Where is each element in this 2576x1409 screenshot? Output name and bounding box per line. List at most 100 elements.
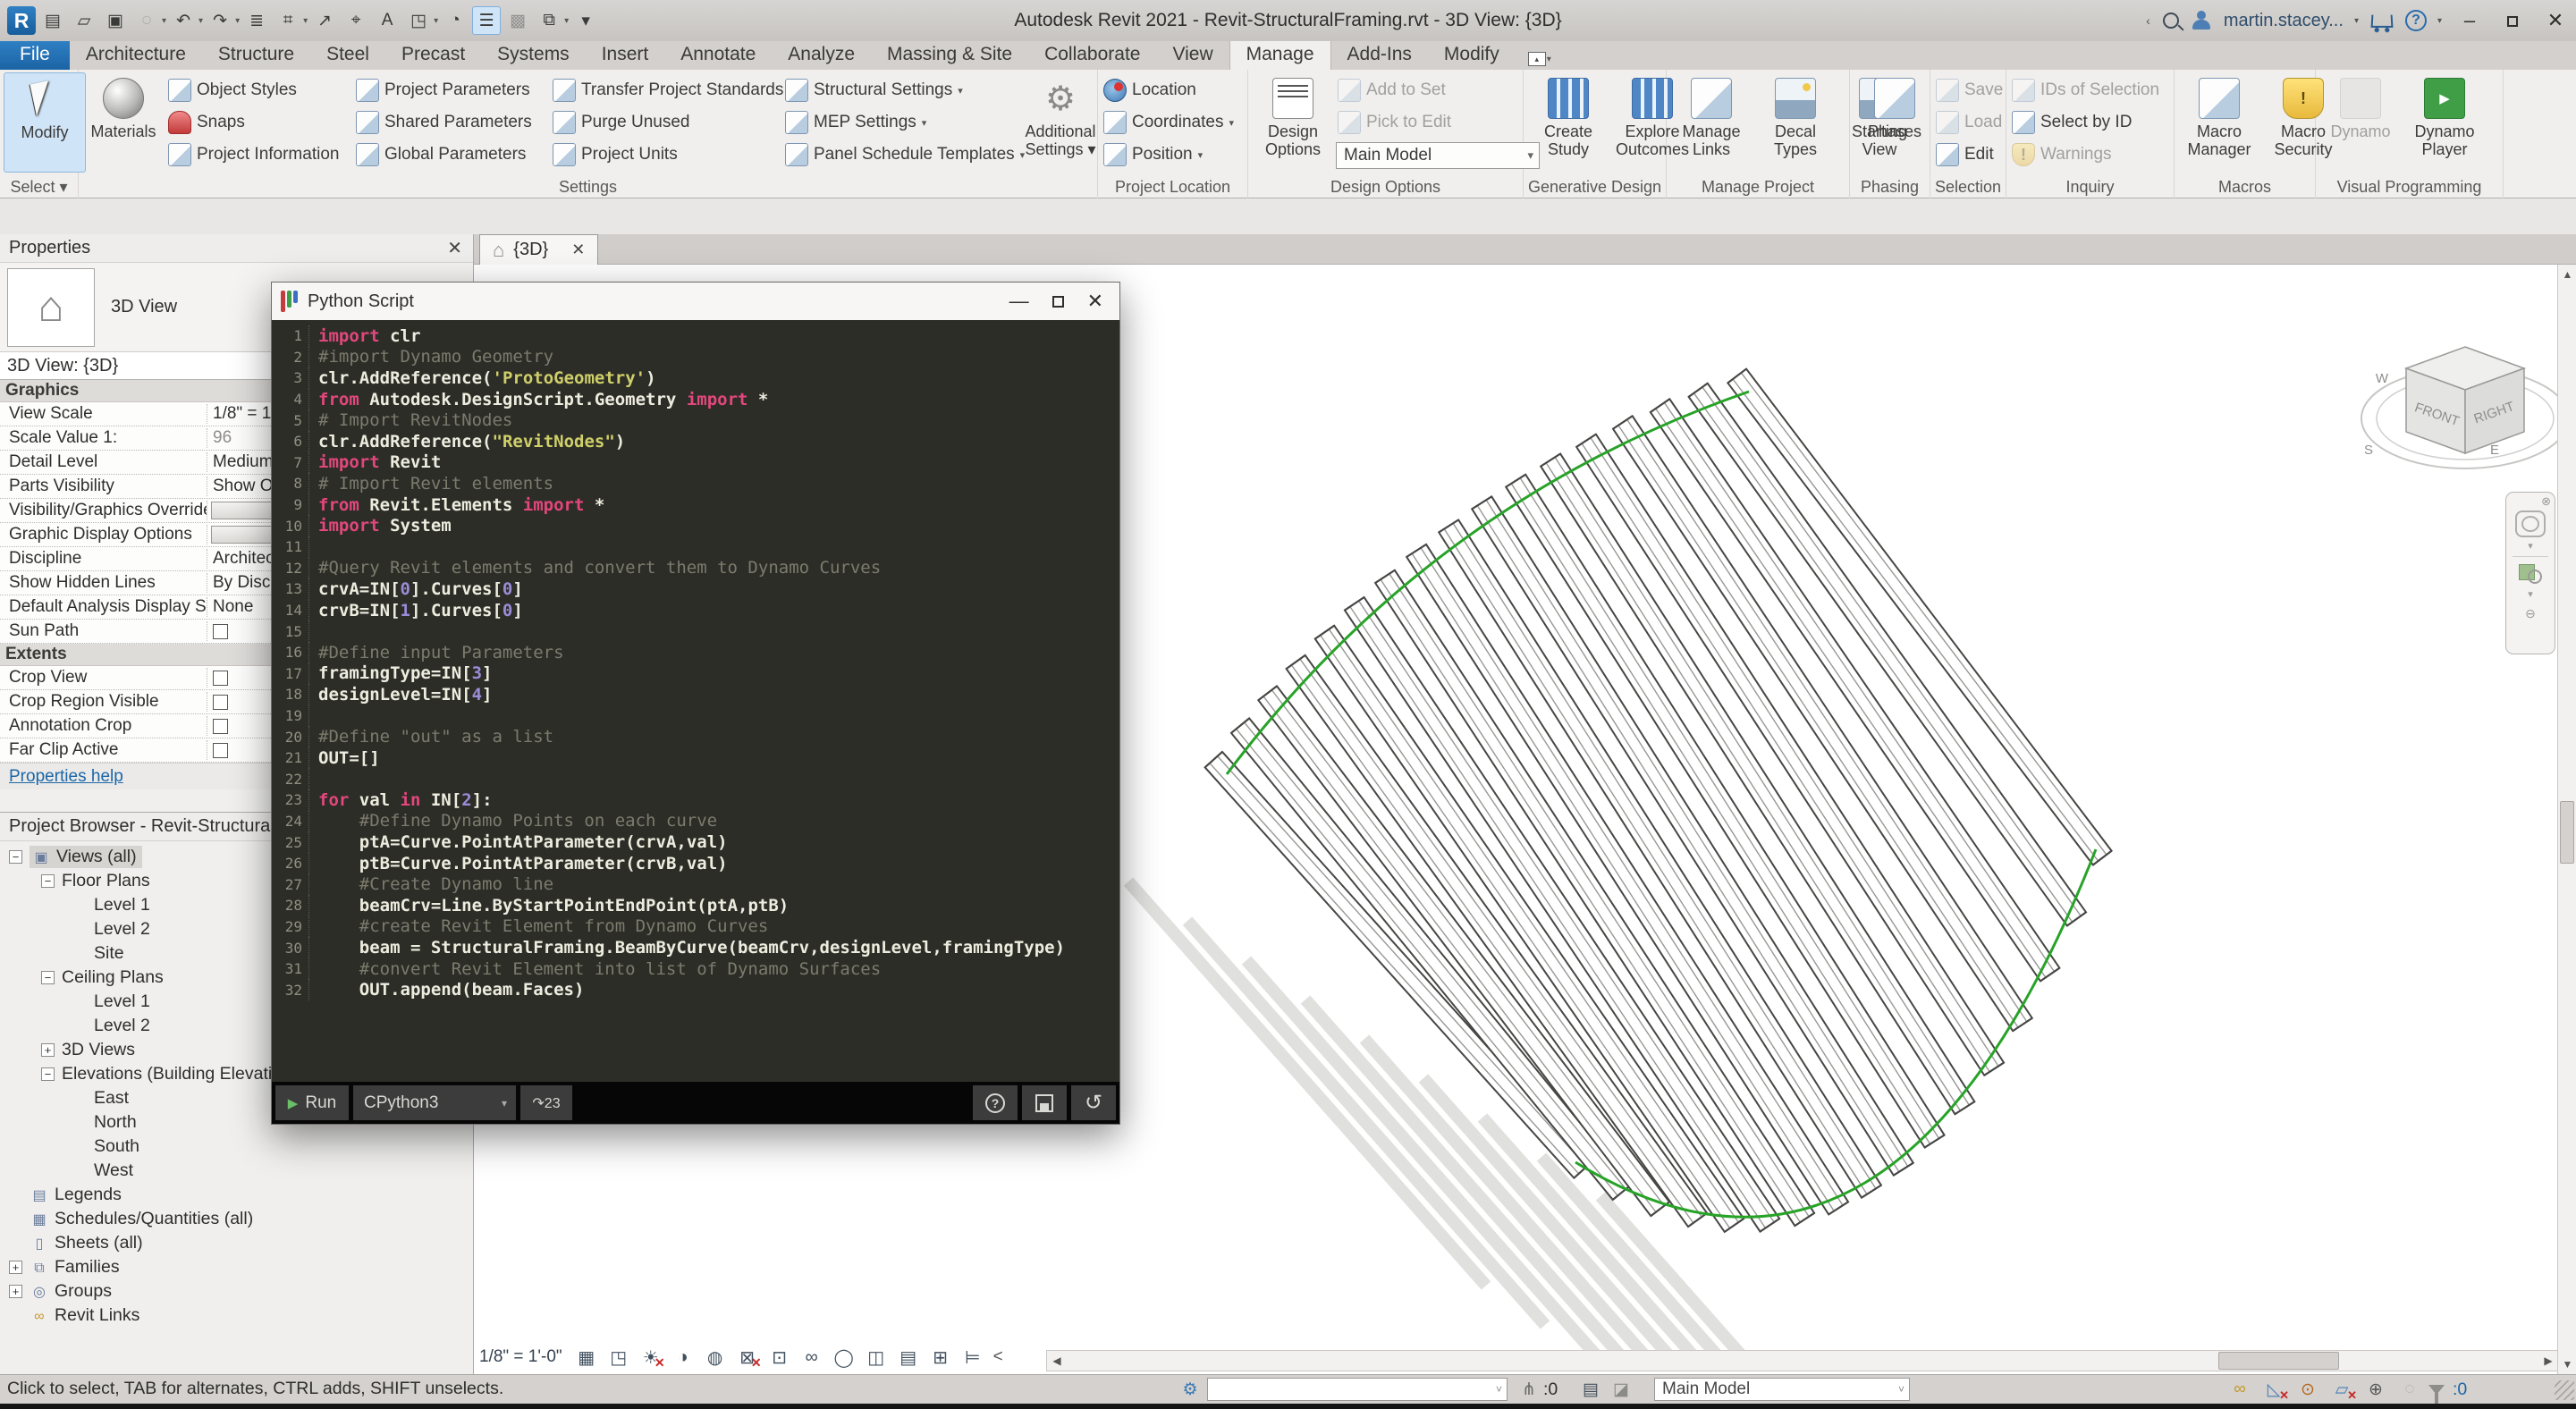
ribbon-button-add-to-set[interactable]: Add to Set (1336, 76, 1543, 105)
ribbon-panel-label-settings[interactable]: Settings (79, 178, 1097, 197)
ribbon-panel-label-project-location[interactable]: Project Location (1098, 178, 1247, 197)
ribbon-tab-insert[interactable]: Insert (586, 40, 665, 70)
qat-default-3d-view-chevron-icon[interactable]: ▾ (434, 16, 438, 26)
expand-icon[interactable]: + (41, 1043, 55, 1057)
vcb-collapse-icon[interactable]: < (993, 1347, 1003, 1367)
qat-redo-icon[interactable]: ↷ (206, 6, 234, 35)
ribbon-button-coordinates[interactable]: Coordinates▾ (1102, 108, 1243, 137)
qat-default-3d-view-icon[interactable]: ◳ (404, 6, 433, 35)
worksets-select[interactable]: ˅ (1207, 1378, 1508, 1401)
ribbon-button-dynamo-player[interactable]: Dynamo Player (2403, 72, 2486, 173)
active-only-icon[interactable]: ◪ (1609, 1378, 1633, 1401)
tree-item-legends[interactable]: ▤Legends (0, 1183, 473, 1207)
ribbon-tab-architecture[interactable]: Architecture (70, 40, 202, 70)
scroll-down-icon[interactable]: ▼ (2558, 1354, 2576, 1374)
ribbon-tab-structure[interactable]: Structure (202, 40, 310, 70)
progress-indicator-icon[interactable]: ◌ (2398, 1378, 2421, 1401)
crop-region-icon[interactable]: ⊡ (768, 1346, 791, 1369)
ribbon-button-snaps[interactable]: Snaps (166, 108, 352, 137)
help-menu-chevron-icon[interactable]: ▾ (2437, 16, 2442, 26)
navbar-collapse-icon[interactable]: ⊖ (2525, 606, 2536, 621)
vertical-scrollbar[interactable]: ▲ ▼ (2557, 265, 2576, 1374)
collapse-icon[interactable]: − (41, 874, 55, 888)
qat-overflow-icon[interactable]: ‹ (2146, 13, 2150, 28)
close-view-icon[interactable]: ✕ (571, 240, 585, 259)
python-revert-button[interactable]: ↺ (1071, 1085, 1116, 1120)
navbar-close-icon[interactable]: ⊗ (2541, 494, 2551, 509)
tree-item-revit-links[interactable]: ∞Revit Links (0, 1304, 473, 1328)
checkbox-crop-view[interactable] (213, 671, 228, 686)
checkbox-annotation-crop[interactable] (213, 719, 228, 734)
sun-path-icon[interactable]: ☀✕ (639, 1346, 663, 1369)
user-menu-chevron-icon[interactable]: ▾ (2354, 16, 2359, 26)
search-icon[interactable] (2163, 13, 2179, 29)
ribbon-tab-precast[interactable]: Precast (385, 40, 481, 70)
resize-grip[interactable] (2555, 1380, 2574, 1400)
ribbon-button-project-units[interactable]: Project Units (551, 140, 781, 169)
ribbon-tab-massing-site[interactable]: Massing & Site (871, 40, 1028, 70)
ribbon-tab-steel[interactable]: Steel (310, 40, 385, 70)
ribbon-button-macro-manager[interactable]: Macro Manager (2178, 72, 2260, 173)
ribbon-tab-collaborate[interactable]: Collaborate (1028, 40, 1156, 70)
collapse-icon[interactable]: − (9, 850, 22, 864)
qat-switch-windows-icon[interactable]: ⧉ (535, 6, 563, 35)
reveal-constraints-icon[interactable]: ⊨ (961, 1346, 984, 1369)
ribbon-tab-add-ins[interactable]: Add-Ins (1331, 40, 1428, 70)
ribbon-button-shared-parameters[interactable]: Shared Parameters (354, 108, 549, 137)
detail-level-icon[interactable]: ▦ (575, 1346, 598, 1369)
view-scale-button[interactable]: 1/8" = 1'-0" (479, 1347, 562, 1367)
ribbon-button-project-parameters[interactable]: Project Parameters (354, 76, 549, 105)
ribbon-panel-label-manage-project[interactable]: Manage Project (1667, 178, 1849, 197)
engine-select[interactable]: CPython3 (353, 1085, 516, 1120)
ribbon-button-structural-settings[interactable]: Structural Settings▾ (783, 76, 1018, 105)
tree-item-families[interactable]: +⧉Families (0, 1255, 473, 1279)
zoom-tool-icon[interactable] (2517, 561, 2544, 586)
ribbon-tab-systems[interactable]: Systems (481, 40, 586, 70)
ribbon-tab-manage[interactable]: Manage (1229, 39, 1331, 70)
ribbon-button-design-options[interactable]: Design Options (1252, 72, 1334, 173)
hide-analytical-model-icon[interactable]: ⊞ (929, 1346, 952, 1369)
qat-switch-windows-chevron-icon[interactable]: ▾ (564, 16, 569, 26)
ribbon-button-transfer-project-standards[interactable]: Transfer Project Standards (551, 76, 781, 105)
qat-tag-by-category-icon[interactable]: ⌖ (342, 6, 370, 35)
qat-measure-chevron-icon[interactable]: ▾ (303, 16, 308, 26)
horizontal-scrollbar[interactable]: ◀ ▶ (1046, 1350, 2559, 1371)
ribbon-tab-annotate[interactable]: Annotate (664, 40, 772, 70)
horizontal-scroll-thumb[interactable] (2218, 1352, 2339, 1370)
ribbon-button-phases[interactable]: Phases (1854, 72, 1936, 173)
ribbon-button-materials[interactable]: Materials (82, 72, 165, 173)
ribbon-panel-label-select[interactable]: Select ▾ (0, 178, 78, 197)
qat-aligned-dimension-icon[interactable]: ↗ (310, 6, 339, 35)
qat-undo-chevron-icon[interactable]: ▾ (198, 16, 203, 26)
view-tab-3d[interactable]: ⌂ {3D} ✕ (479, 234, 598, 265)
scroll-left-icon[interactable]: ◀ (1047, 1351, 1067, 1371)
scroll-right-icon[interactable]: ▶ (2538, 1351, 2558, 1371)
python-close-icon[interactable]: ✕ (1087, 290, 1103, 313)
checkbox-far-clip-active[interactable] (213, 743, 228, 758)
restore-button[interactable] (2497, 9, 2528, 32)
temporary-view-properties-icon[interactable]: ▤ (897, 1346, 920, 1369)
qat-sync-with-central-chevron-icon[interactable]: ▾ (162, 16, 166, 26)
wheel-menu-chevron-icon[interactable]: ▾ (2528, 540, 2533, 552)
ribbon-tab-modify[interactable]: Modify (1428, 40, 1516, 70)
tree-item-south[interactable]: South (0, 1135, 473, 1159)
qat-undo-icon[interactable]: ↶ (169, 6, 198, 35)
collapse-icon[interactable]: − (41, 971, 55, 984)
design-options-dialog-icon[interactable]: ▤ (1579, 1378, 1602, 1401)
ribbon-tab-view[interactable]: View (1156, 40, 1229, 70)
properties-close-icon[interactable]: ✕ (447, 237, 462, 259)
drag-on-selection-toggle-icon[interactable]: ⊕ (2364, 1378, 2387, 1401)
checkbox-sun-path[interactable] (213, 624, 228, 639)
visual-style-icon[interactable]: ◳ (607, 1346, 630, 1369)
worksets-icon[interactable]: ⚙ (1178, 1378, 1202, 1401)
tree-item-groups[interactable]: +◎Groups (0, 1279, 473, 1304)
qat-redo-chevron-icon[interactable]: ▾ (235, 16, 240, 26)
temporary-hide-isolate-icon[interactable]: ∞ (800, 1346, 823, 1369)
selection-filter-icon[interactable] (2425, 1378, 2448, 1401)
expand-icon[interactable]: + (9, 1261, 22, 1274)
vertical-scroll-thumb[interactable] (2560, 801, 2574, 864)
shadows-icon[interactable]: ◑ (671, 1346, 695, 1369)
ribbon-panel-toggle[interactable]: ▴▾ (1528, 52, 1551, 66)
ribbon-button-purge-unused[interactable]: Purge Unused (551, 108, 781, 137)
ribbon-button-manage-links[interactable]: Manage Links (1670, 72, 1753, 173)
